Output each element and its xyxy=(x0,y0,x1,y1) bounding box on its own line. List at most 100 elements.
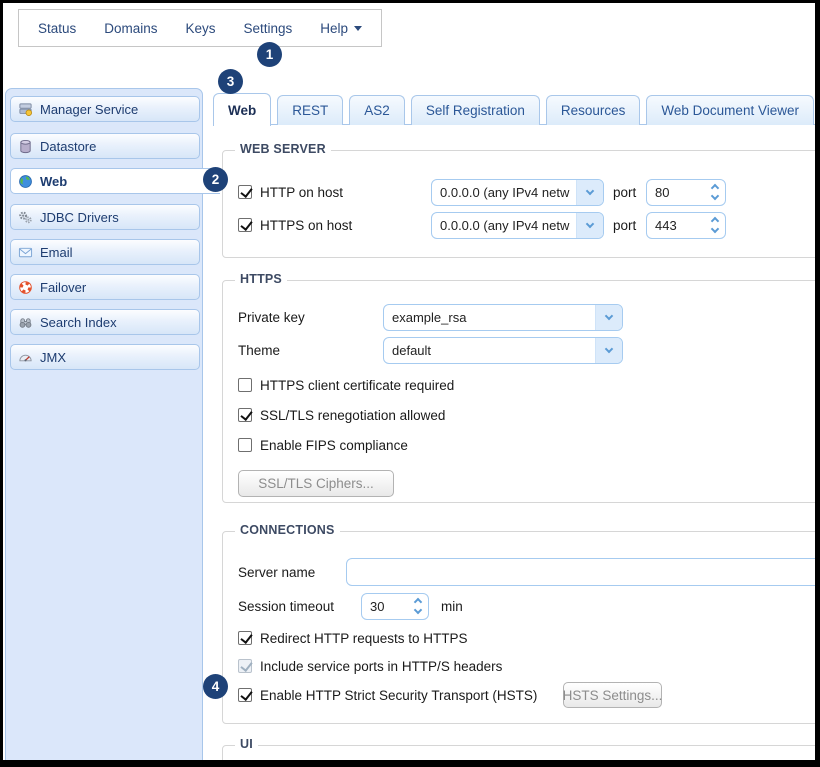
redirect-https-checkbox[interactable] xyxy=(238,631,252,645)
sidebar-item-label: JDBC Drivers xyxy=(40,210,119,225)
tab-resources[interactable]: Resources xyxy=(546,95,641,125)
private-key-dropdown[interactable]: example_rsa xyxy=(383,304,623,331)
menu-item-status[interactable]: Status xyxy=(38,21,76,36)
https-port-spinner[interactable]: 443 xyxy=(646,212,726,239)
ssl-renegotiation-checkbox[interactable] xyxy=(238,408,252,422)
web-server-legend: WEB SERVER xyxy=(235,142,331,156)
connections-section: CONNECTIONS Server name Session timeout … xyxy=(222,531,820,724)
https-port-value: 443 xyxy=(647,213,705,238)
settings-sidebar: Manager Service Datastore Web JDBC Drive… xyxy=(5,88,203,762)
http-host-value: 0.0.0.0 (any IPv4 netw xyxy=(432,180,576,205)
hsts-label: Enable HTTP Strict Security Transport (H… xyxy=(260,688,537,703)
hsts-checkbox[interactable] xyxy=(238,688,252,702)
binoculars-icon xyxy=(18,315,33,330)
top-menu-bar: Status Domains Keys Settings Help xyxy=(18,9,382,47)
callout-badge-2: 2 xyxy=(203,167,228,192)
sidebar-item-datastore[interactable]: Datastore xyxy=(10,133,200,159)
https-on-host-row: HTTPS on host 0.0.0.0 (any IPv4 netw por… xyxy=(238,211,816,239)
session-timeout-row: Session timeout 30 min xyxy=(238,592,816,620)
database-icon xyxy=(18,139,33,154)
sidebar-item-label: Failover xyxy=(40,280,86,295)
theme-value: default xyxy=(384,338,595,363)
settings-window: Status Domains Keys Settings Help 1 2 3 … xyxy=(0,0,820,767)
chevron-down-icon xyxy=(595,305,622,330)
include-ports-row: Include service ports in HTTP/S headers xyxy=(238,658,502,674)
sidebar-item-jdbc-drivers[interactable]: JDBC Drivers xyxy=(10,204,200,230)
sidebar-item-search-index[interactable]: Search Index xyxy=(10,309,200,335)
chevron-down-icon xyxy=(354,26,362,31)
ssl-tls-ciphers-button[interactable]: SSL/TLS Ciphers... xyxy=(238,470,394,497)
menu-item-keys[interactable]: Keys xyxy=(186,21,216,36)
redirect-https-row: Redirect HTTP requests to HTTPS xyxy=(238,630,468,646)
callout-badge-3: 3 xyxy=(218,69,243,94)
menu-item-settings[interactable]: Settings xyxy=(243,21,292,36)
client-cert-checkbox[interactable] xyxy=(238,378,252,392)
connections-legend: CONNECTIONS xyxy=(235,523,340,537)
session-timeout-unit: min xyxy=(441,599,463,614)
hsts-row: Enable HTTP Strict Security Transport (H… xyxy=(238,687,537,703)
private-key-row: Private key example_rsa xyxy=(238,303,816,331)
include-ports-checkbox xyxy=(238,659,252,673)
sidebar-item-failover[interactable]: Failover xyxy=(10,274,200,300)
http-port-spinner[interactable]: 80 xyxy=(646,179,726,206)
sidebar-item-label: Web xyxy=(40,174,67,189)
theme-label: Theme xyxy=(238,343,280,358)
sidebar-item-email[interactable]: Email xyxy=(10,239,200,265)
include-ports-label: Include service ports in HTTP/S headers xyxy=(260,659,502,674)
tab-web[interactable]: Web xyxy=(213,93,271,126)
sidebar-item-jmx[interactable]: JMX xyxy=(10,344,200,370)
session-timeout-value: 30 xyxy=(362,594,408,619)
tab-self-registration[interactable]: Self Registration xyxy=(411,95,540,125)
server-icon xyxy=(18,102,33,117)
spinner-arrows-icon[interactable] xyxy=(408,594,428,619)
lifebuoy-icon xyxy=(18,280,33,295)
http-on-host-row: HTTP on host 0.0.0.0 (any IPv4 netw port… xyxy=(238,178,816,206)
sidebar-item-label: Manager Service xyxy=(40,102,138,117)
sidebar-item-manager-service[interactable]: Manager Service xyxy=(10,96,200,122)
tab-as2[interactable]: AS2 xyxy=(349,95,405,125)
sidebar-item-label: Search Index xyxy=(40,315,117,330)
client-cert-label: HTTPS client certificate required xyxy=(260,378,454,393)
ssl-renegotiation-label: SSL/TLS renegotiation allowed xyxy=(260,408,445,423)
server-name-input[interactable] xyxy=(346,558,820,586)
session-timeout-label: Session timeout xyxy=(238,599,334,614)
theme-row: Theme default xyxy=(238,336,816,364)
globe-icon xyxy=(18,174,33,189)
server-name-label: Server name xyxy=(238,565,315,580)
chevron-down-icon xyxy=(576,213,603,238)
chevron-down-icon xyxy=(595,338,622,363)
callout-badge-4: 4 xyxy=(203,674,228,699)
spinner-arrows-icon[interactable] xyxy=(705,180,725,205)
session-timeout-spinner[interactable]: 30 xyxy=(361,593,429,620)
sidebar-item-web[interactable]: Web xyxy=(10,168,220,194)
https-on-host-checkbox[interactable] xyxy=(238,218,252,232)
sidebar-item-label: Email xyxy=(40,245,73,260)
tabstrip: Web REST AS2 Self Registration Resources… xyxy=(213,92,820,125)
ssl-renegotiation-row: SSL/TLS renegotiation allowed xyxy=(238,407,445,423)
spinner-arrows-icon[interactable] xyxy=(705,213,725,238)
https-legend: HTTPS xyxy=(235,272,287,286)
sidebar-item-label: JMX xyxy=(40,350,66,365)
https-host-value: 0.0.0.0 (any IPv4 netw xyxy=(432,213,576,238)
http-host-dropdown[interactable]: 0.0.0.0 (any IPv4 netw xyxy=(431,179,604,206)
envelope-icon xyxy=(18,245,33,260)
http-port-value: 80 xyxy=(647,180,705,205)
tab-web-document-viewer[interactable]: Web Document Viewer xyxy=(646,95,814,125)
menu-item-help[interactable]: Help xyxy=(320,21,362,36)
https-host-dropdown[interactable]: 0.0.0.0 (any IPv4 netw xyxy=(431,212,604,239)
menu-item-domains[interactable]: Domains xyxy=(104,21,157,36)
https-on-host-label: HTTPS on host xyxy=(260,218,352,233)
ui-legend: UI xyxy=(235,737,258,751)
ui-section: UI xyxy=(222,745,820,767)
gears-icon xyxy=(18,210,33,225)
http-on-host-label: HTTP on host xyxy=(260,185,343,200)
tab-rest[interactable]: REST xyxy=(277,95,343,125)
menu-item-help-label: Help xyxy=(320,21,348,36)
fips-label: Enable FIPS compliance xyxy=(260,438,408,453)
theme-dropdown[interactable]: default xyxy=(383,337,623,364)
https-section: HTTPS Private key example_rsa Theme defa… xyxy=(222,280,820,503)
http-on-host-checkbox[interactable] xyxy=(238,185,252,199)
fips-checkbox[interactable] xyxy=(238,438,252,452)
hsts-settings-button[interactable]: HSTS Settings... xyxy=(563,682,662,708)
private-key-label: Private key xyxy=(238,310,305,325)
